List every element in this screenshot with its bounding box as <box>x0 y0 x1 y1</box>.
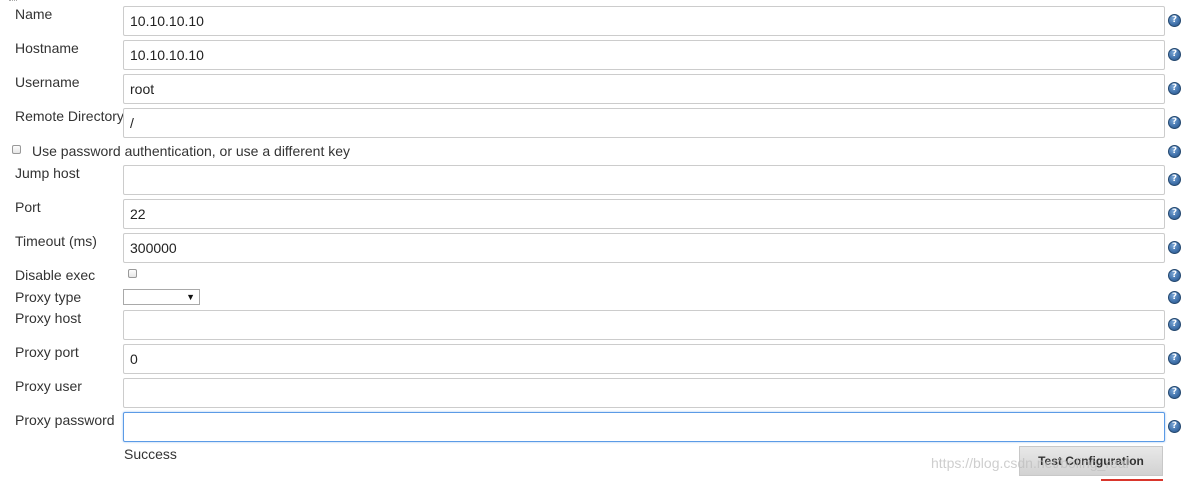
port-input[interactable] <box>123 199 1165 229</box>
help-icon[interactable]: ? <box>1168 318 1181 331</box>
proxy-host-label: Proxy host <box>15 310 82 326</box>
disable-exec-checkbox[interactable] <box>128 269 137 278</box>
disable-exec-label: Disable exec <box>15 267 96 283</box>
resize-handle <box>9 0 17 3</box>
proxy-user-label: Proxy user <box>15 378 82 394</box>
username-input[interactable] <box>123 74 1165 104</box>
proxy-host-input[interactable] <box>123 310 1165 340</box>
accent-underline <box>1101 479 1163 481</box>
name-input[interactable] <box>123 6 1165 36</box>
help-icon[interactable]: ? <box>1168 352 1181 365</box>
timeout-label: Timeout (ms) <box>15 233 97 249</box>
proxy-type-label: Proxy type <box>15 289 82 305</box>
chevron-down-icon: ▼ <box>186 292 195 302</box>
proxy-type-select[interactable]: ▼ <box>123 289 200 305</box>
help-icon[interactable]: ? <box>1168 386 1181 399</box>
help-icon[interactable]: ? <box>1168 241 1181 254</box>
help-icon[interactable]: ? <box>1168 420 1181 433</box>
use-password-auth-label: Use password authentication, or use a di… <box>32 143 351 159</box>
proxy-user-input[interactable] <box>123 378 1165 408</box>
proxy-password-label: Proxy password <box>15 412 115 428</box>
status-text: Success <box>124 446 177 462</box>
hostname-input[interactable] <box>123 40 1165 70</box>
port-label: Port <box>15 199 41 215</box>
help-icon[interactable]: ? <box>1168 116 1181 129</box>
remote-directory-input[interactable] <box>123 108 1165 138</box>
name-label: Name <box>15 6 53 22</box>
help-icon[interactable]: ? <box>1168 14 1181 27</box>
help-icon[interactable]: ? <box>1168 48 1181 61</box>
remote-directory-label: Remote Directory <box>15 108 124 124</box>
help-icon[interactable]: ? <box>1168 82 1181 95</box>
help-icon[interactable]: ? <box>1168 145 1181 158</box>
proxy-port-input[interactable] <box>123 344 1165 374</box>
test-configuration-button[interactable]: Test Configuration <box>1019 446 1163 476</box>
proxy-password-input[interactable] <box>123 412 1165 442</box>
hostname-label: Hostname <box>15 40 79 56</box>
timeout-input[interactable] <box>123 233 1165 263</box>
jump-host-label: Jump host <box>15 165 80 181</box>
jump-host-input[interactable] <box>123 165 1165 195</box>
help-icon[interactable]: ? <box>1168 291 1181 304</box>
help-icon[interactable]: ? <box>1168 173 1181 186</box>
help-icon[interactable]: ? <box>1168 269 1181 282</box>
username-label: Username <box>15 74 80 90</box>
help-icon[interactable]: ? <box>1168 207 1181 220</box>
use-password-auth-checkbox[interactable] <box>12 145 21 154</box>
proxy-port-label: Proxy port <box>15 344 79 360</box>
